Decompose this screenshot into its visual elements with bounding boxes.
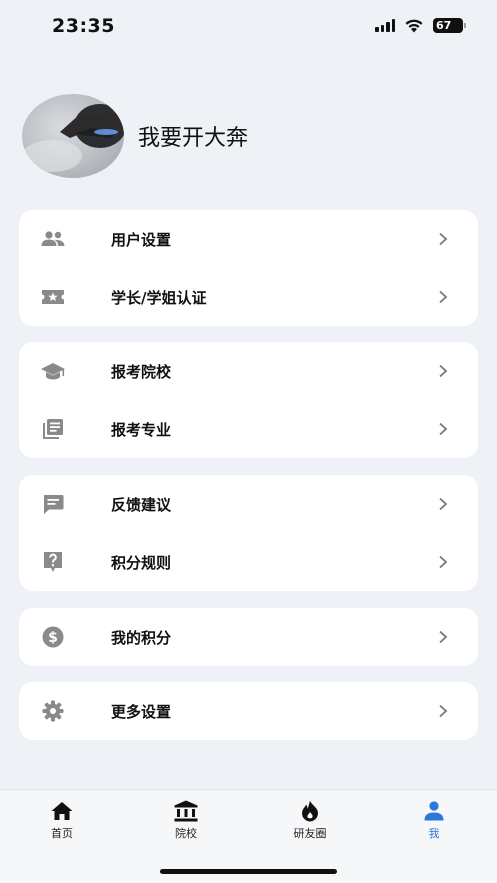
menu-card-more: 更多设置 xyxy=(19,682,478,740)
chevron-right-icon xyxy=(439,704,448,718)
svg-text:$: $ xyxy=(48,630,58,646)
status-time: 23:35 xyxy=(52,15,115,37)
graduation-cap-icon xyxy=(40,358,66,384)
chat-bubble-icon xyxy=(40,491,66,517)
chevron-right-icon xyxy=(439,497,448,511)
menu-item-points-rules[interactable]: 积分规则 xyxy=(19,533,478,591)
status-bar: 23:35 67 xyxy=(0,0,497,56)
gear-icon xyxy=(40,698,66,724)
flame-icon xyxy=(302,800,318,822)
dollar-coin-icon: $ xyxy=(40,624,66,650)
battery-icon: 67 xyxy=(433,18,466,33)
menu-card-account: 用户设置 学长/学姐认证 xyxy=(19,210,478,326)
menu-card-application: 报考院校 报考专业 xyxy=(19,342,478,458)
help-box-icon xyxy=(40,549,66,575)
tab-community[interactable]: 研友圈 xyxy=(270,800,350,841)
menu-item-user-settings[interactable]: 用户设置 xyxy=(19,210,478,268)
menu-item-label: 我的积分 xyxy=(111,628,172,647)
username: 我要开大奔 xyxy=(138,126,249,151)
tab-label: 研友圈 xyxy=(293,827,327,840)
chevron-right-icon xyxy=(439,555,448,569)
library-books-icon xyxy=(40,416,66,442)
menu-item-target-major[interactable]: 报考专业 xyxy=(19,400,478,458)
menu-item-target-school[interactable]: 报考院校 xyxy=(19,342,478,400)
menu-item-label: 用户设置 xyxy=(111,230,172,249)
menu-item-feedback[interactable]: 反馈建议 xyxy=(19,475,478,533)
menu-card-points: $ 我的积分 xyxy=(19,608,478,666)
person-icon xyxy=(424,801,444,821)
chevron-right-icon xyxy=(439,364,448,378)
tab-label: 首页 xyxy=(51,827,73,840)
menu-card-support: 反馈建议 积分规则 xyxy=(19,475,478,591)
home-indicator[interactable] xyxy=(160,869,337,874)
tab-home[interactable]: 首页 xyxy=(22,800,102,841)
status-icons: 67 xyxy=(375,18,466,33)
home-icon xyxy=(51,802,73,820)
menu-item-more-settings[interactable]: 更多设置 xyxy=(19,682,478,740)
menu-item-label: 更多设置 xyxy=(111,702,172,721)
wifi-icon xyxy=(405,19,423,33)
battery-level: 67 xyxy=(436,19,452,32)
tab-label: 我 xyxy=(428,827,440,840)
signal-icon xyxy=(375,19,395,32)
people-icon xyxy=(40,226,66,252)
menu-item-senior-verification[interactable]: 学长/学姐认证 xyxy=(19,268,478,326)
tab-schools[interactable]: 院校 xyxy=(146,800,226,841)
chevron-right-icon xyxy=(439,232,448,246)
chevron-right-icon xyxy=(439,290,448,304)
menu-item-label: 反馈建议 xyxy=(111,495,172,514)
menu-item-label: 学长/学姐认证 xyxy=(111,288,207,307)
menu-item-label: 报考院校 xyxy=(111,362,172,381)
tab-me[interactable]: 我 xyxy=(394,800,474,841)
ticket-star-icon xyxy=(40,284,66,310)
avatar[interactable] xyxy=(22,94,124,178)
bank-icon xyxy=(174,800,198,822)
profile-header[interactable]: 我要开大奔 xyxy=(22,94,248,178)
menu-item-my-points[interactable]: $ 我的积分 xyxy=(19,608,478,666)
chevron-right-icon xyxy=(439,630,448,644)
chevron-right-icon xyxy=(439,422,448,436)
menu-item-label: 积分规则 xyxy=(111,553,172,572)
tab-label: 院校 xyxy=(175,827,197,840)
avatar-image xyxy=(22,104,124,172)
menu-item-label: 报考专业 xyxy=(111,420,172,439)
